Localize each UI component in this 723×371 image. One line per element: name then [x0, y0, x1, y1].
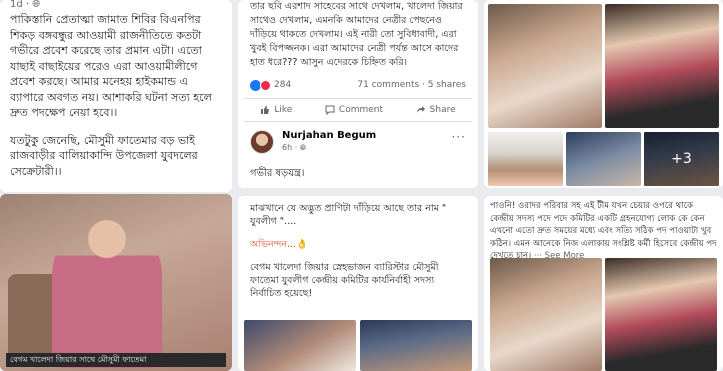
post-photo[interactable]	[605, 258, 717, 371]
globe-icon: 🌐︎	[32, 0, 41, 10]
post-photo[interactable]	[360, 320, 472, 371]
stats-row: 284 71 comments · 5 shares	[238, 70, 478, 92]
post-photo[interactable]	[488, 4, 602, 128]
share-icon	[416, 106, 425, 113]
photo-row	[244, 320, 472, 371]
share-button[interactable]: Share	[416, 105, 456, 115]
like-button[interactable]: Like	[260, 105, 292, 115]
post-photo[interactable]: +3	[644, 132, 719, 186]
seated-woman-figure	[52, 218, 162, 368]
post-photo[interactable]	[488, 132, 563, 186]
comment-share-count: 71 comments · 5 shares	[357, 80, 466, 90]
post-text-line3: বেগম খালেদা জিয়ার স্নেহভাজন ব্যারিস্টার…	[250, 262, 439, 299]
post-time[interactable]: 1d ·	[10, 0, 32, 10]
post-text: তার ছবি এরশাদ সাহেবের সাথে দেখলাম, খালেদ…	[250, 1, 463, 68]
comment-label: Comment	[338, 105, 384, 115]
left-post-card: 1d · 🌐︎ পাকিস্তানি প্রেতাত্মা জামাত শিবি…	[0, 0, 232, 192]
post-text: পাওনি! ওরাদর পরিবার সহ এই টীম যখন চেয়ার…	[490, 201, 717, 261]
reaction-summary[interactable]: 284	[250, 79, 292, 91]
share-label: Share	[429, 105, 456, 115]
comment-icon	[325, 105, 335, 115]
photo-caption: বেগম খালেদা জিয়ার সাথে মৌসুমী ফাতেমা	[6, 353, 226, 367]
reaction-count: 284	[274, 80, 292, 90]
post-photo[interactable]	[244, 320, 356, 371]
love-reaction-icon	[260, 79, 271, 91]
post-text-line2: অভিনন্দন...👌	[250, 239, 308, 250]
post-text-line1: মাঝখানে যে অদ্ভুত প্রাণিটা দাঁড়িয়ে আছে…	[250, 203, 447, 227]
action-bar: Like Comment Share	[244, 98, 472, 122]
post-photo[interactable]	[566, 132, 641, 186]
globe-icon: 🌐︎	[299, 143, 307, 152]
share-count[interactable]: 5 shares	[428, 80, 466, 90]
like-label: Like	[274, 105, 293, 115]
middle-post-card: তার ছবি এরশাদ সাহেবের সাথে দেখলাম, খালেদ…	[238, 0, 478, 188]
more-photos-overlay[interactable]: +3	[644, 132, 719, 186]
middle-shared-post: মাঝখানে যে অদ্ভুত প্রাণিটা দাঁড়িয়ে আছে…	[238, 196, 478, 371]
photo-row	[490, 258, 717, 371]
more-options-icon[interactable]: ···	[452, 130, 466, 144]
right-photo-grid: +3	[484, 0, 723, 188]
post-text: পাকিস্তানি প্রেতাত্মা জামাত শিবির বিএনপি…	[10, 13, 212, 119]
post-photo[interactable]	[490, 258, 602, 371]
comment-button[interactable]: Comment	[325, 105, 383, 115]
post-text-2: যতটুকু জেনেছি, মৌসুমী ফাতেমার বড় ভাই রা…	[10, 133, 198, 178]
author-header: Nurjahan Begum 6h · 🌐︎ ···	[238, 122, 478, 162]
post-time[interactable]: 6h ·	[282, 143, 300, 152]
author-name[interactable]: Nurjahan Begum	[282, 130, 376, 141]
post-photo[interactable]	[605, 4, 719, 128]
post-text: গভীর ষড়যন্ত্র।	[250, 168, 305, 179]
right-post-card: পাওনি! ওরাদর পরিবার সহ এই টীম যখন চেয়ার…	[484, 196, 723, 371]
left-post-photo[interactable]: বেগম খালেদা জিয়ার সাথে মৌসুমী ফাতেমা	[0, 194, 232, 371]
avatar[interactable]	[250, 130, 274, 154]
thumbs-up-icon	[261, 106, 270, 114]
comment-count[interactable]: 71 comments	[357, 80, 419, 90]
